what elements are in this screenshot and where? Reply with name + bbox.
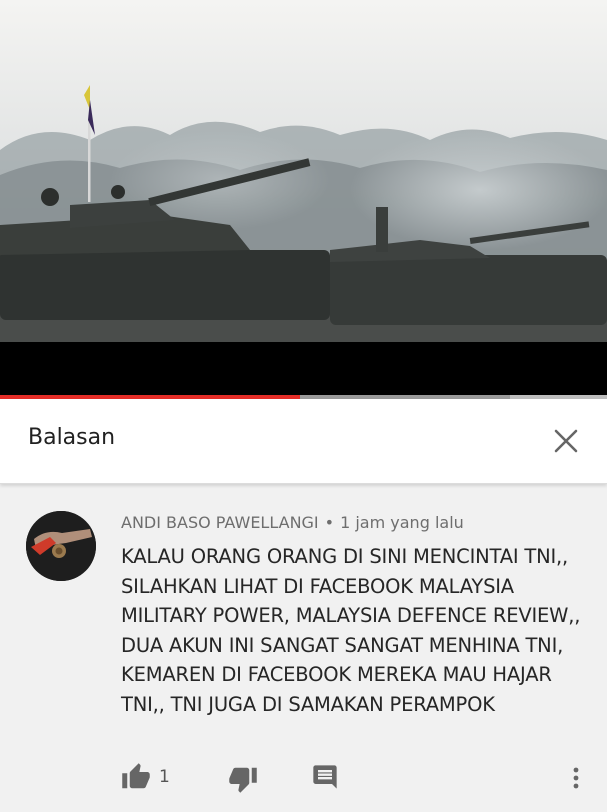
like-button[interactable] — [121, 762, 151, 796]
meta-separator: • — [324, 513, 335, 532]
thumbs-down-icon — [229, 767, 257, 793]
comment-actions: 1 — [0, 762, 607, 802]
close-button[interactable] — [546, 421, 586, 461]
like-count: 1 — [159, 767, 170, 787]
comment-time: 1 jam yang lalu — [340, 513, 464, 532]
video-frame — [0, 0, 607, 395]
replies-header: Balasan — [0, 399, 607, 484]
thumbs-up-icon — [122, 763, 150, 789]
comment-item: ANDI BASO PAWELLANGI • 1 jam yang lalu KAL… — [0, 484, 607, 812]
comment-icon — [313, 765, 337, 789]
reply-button[interactable] — [311, 763, 339, 795]
video-player[interactable] — [0, 0, 607, 395]
avatar-image — [26, 511, 96, 581]
replies-title: Balasan — [28, 425, 116, 450]
dislike-button[interactable] — [228, 764, 258, 798]
comment-meta: ANDI BASO PAWELLANGI • 1 jam yang lalu — [121, 513, 464, 532]
avatar[interactable] — [26, 511, 96, 581]
comment-text: KALAU ORANG ORANG DI SINI MENCINTAI TNI,… — [121, 545, 581, 716]
comment-author[interactable]: ANDI BASO PAWELLANGI — [121, 513, 319, 532]
more-button[interactable] — [564, 764, 588, 796]
close-icon — [554, 429, 578, 453]
more-vert-icon — [573, 767, 579, 789]
